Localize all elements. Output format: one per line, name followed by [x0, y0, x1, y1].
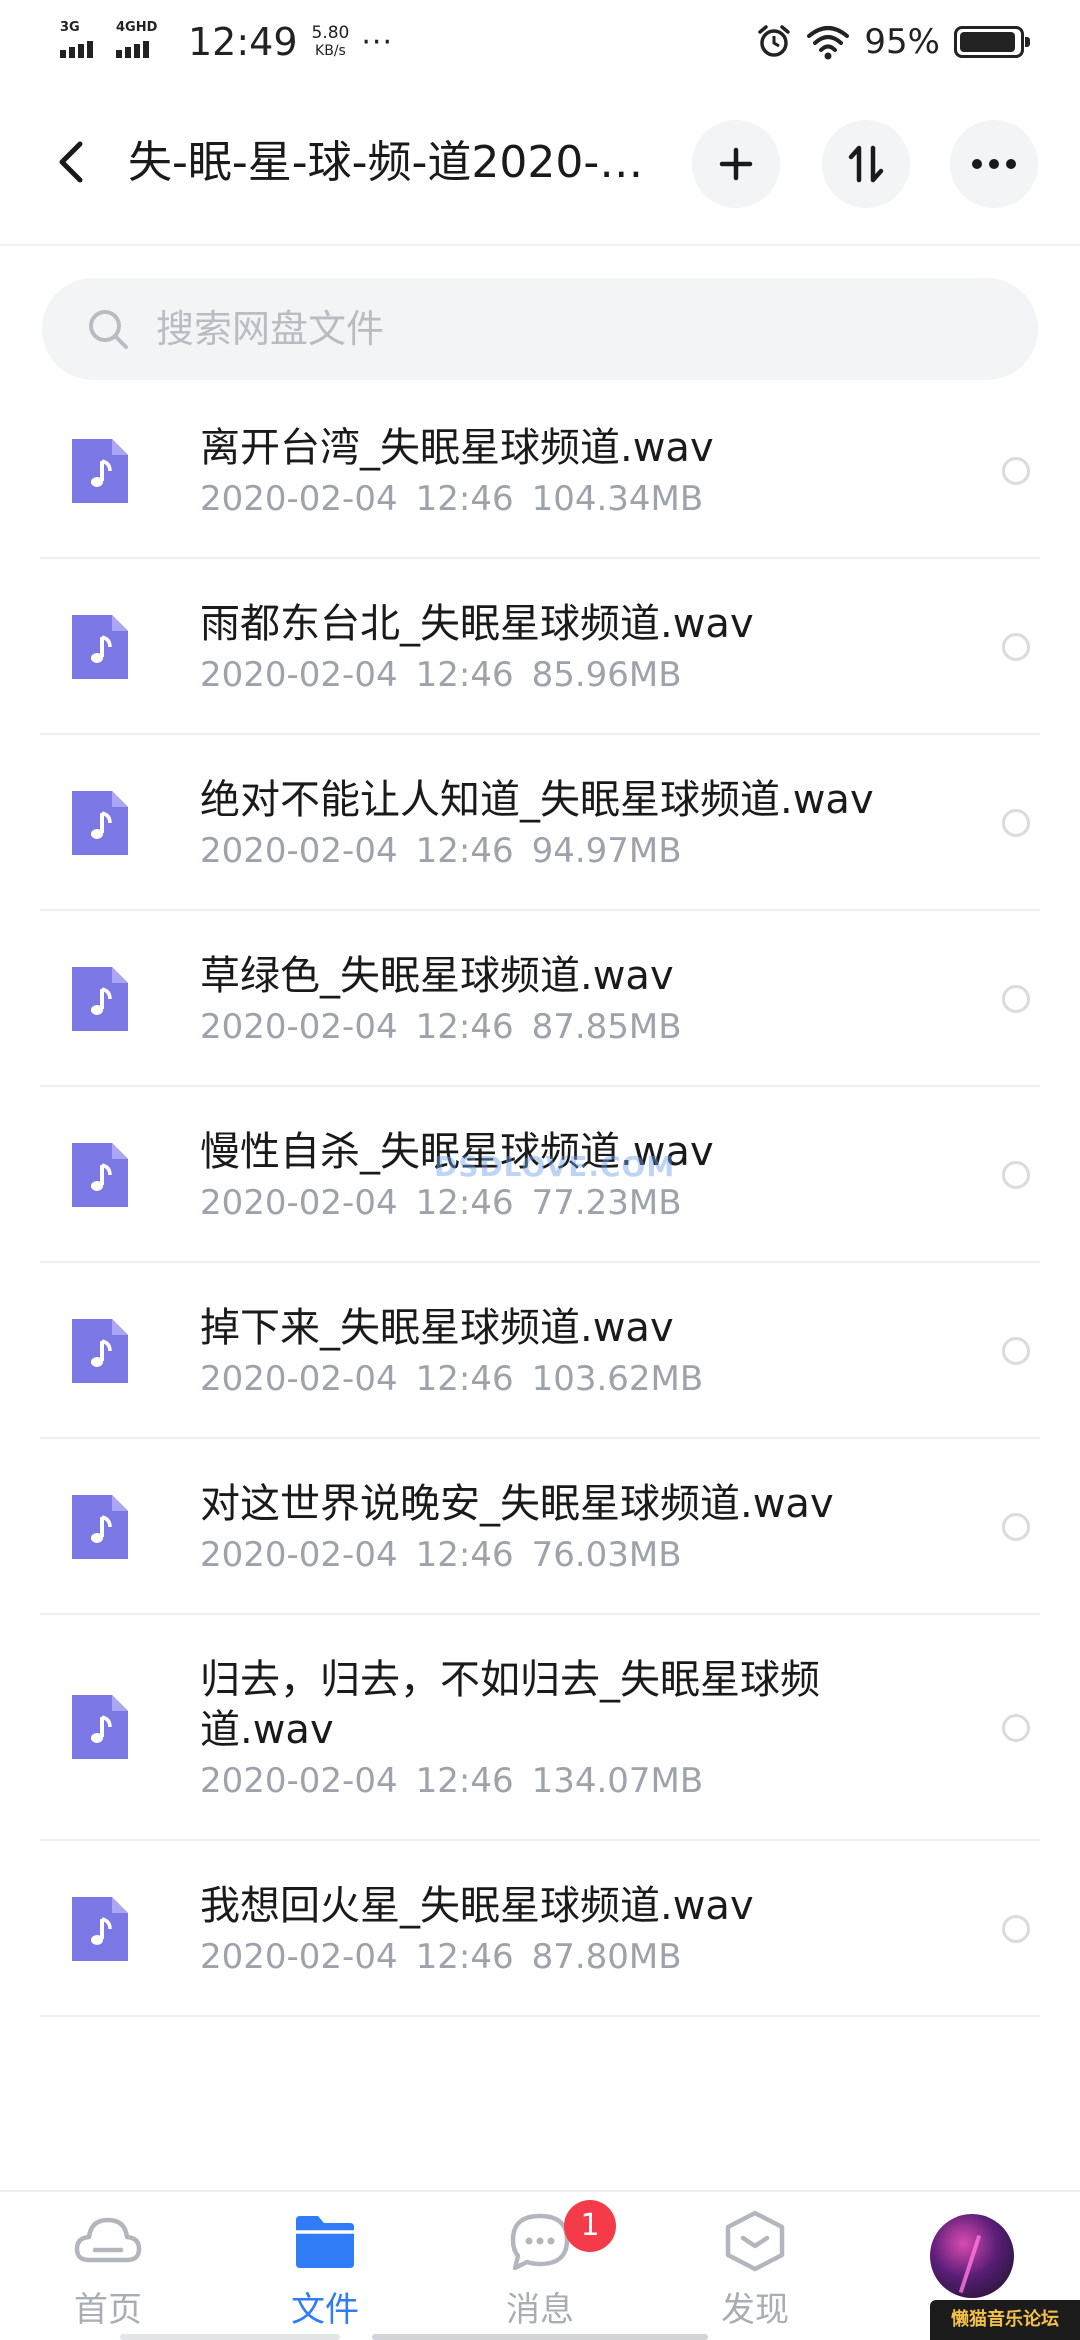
- audio-file-icon: [72, 967, 128, 1031]
- file-name: 草绿色_失眠星球频道.wav: [200, 953, 674, 999]
- audio-file-icon: [72, 439, 128, 503]
- select-checkbox[interactable]: [1002, 457, 1030, 485]
- battery-icon: [954, 26, 1030, 58]
- select-checkbox[interactable]: [1002, 1714, 1030, 1742]
- list-item[interactable]: 离开台湾_失眠星球频道.wav 2020-02-04 12:46 104.34MB: [40, 383, 1040, 559]
- list-item[interactable]: 雨都东台北_失眠星球频道.wav 2020-02-04 12:46 85.96MB: [40, 559, 1040, 735]
- folder-icon: [296, 2216, 354, 2268]
- tab-discover[interactable]: 发现: [685, 2210, 825, 2340]
- plus-icon: [719, 147, 753, 181]
- tab-messages[interactable]: 消息 1: [470, 2200, 616, 2340]
- wifi-icon: [807, 26, 850, 60]
- list-item[interactable]: 我想回火星_失眠星球频道.wav 2020-02-04 12:46 87.80MB: [40, 1841, 1040, 2017]
- signal-icon: 4GHD: [114, 18, 170, 66]
- audio-file-icon: [72, 1319, 128, 1383]
- watermark: DSDLOVE.COM: [434, 1150, 676, 1183]
- more-icon: [972, 159, 1016, 169]
- header-bar: 失-眠-星-球-频-道2020-02-04: [0, 108, 1080, 220]
- file-meta: 2020-02-04 12:46 76.03MB: [200, 1535, 682, 1575]
- search-input[interactable]: [156, 307, 956, 351]
- audio-file-icon: [72, 615, 128, 679]
- audio-file-icon: [72, 791, 128, 855]
- chevron-left-icon: [59, 141, 83, 183]
- select-checkbox[interactable]: [1002, 809, 1030, 837]
- signal-icon: 3G: [58, 18, 108, 66]
- clock: 12:49: [188, 20, 298, 64]
- select-checkbox[interactable]: [1002, 633, 1030, 661]
- page-title: 失-眠-星-球-频-道2020-02-04: [128, 137, 658, 188]
- network-speed: 5.80 KB/s: [311, 23, 350, 59]
- more-notifications: ···: [361, 24, 393, 60]
- add-button[interactable]: [692, 120, 780, 208]
- file-name: 绝对不能让人知道_失眠星球频道.wav: [200, 777, 874, 823]
- audio-file-icon: [72, 1695, 128, 1759]
- message-badge: 1: [564, 2200, 616, 2252]
- file-meta: 2020-02-04 12:46 134.07MB: [200, 1761, 704, 1801]
- file-name: 我想回火星_失眠星球频道.wav: [200, 1883, 754, 1929]
- audio-file-icon: [72, 1897, 128, 1961]
- home-indicator: [120, 2334, 340, 2340]
- forum-stamp: 懒猫音乐论坛: [930, 2300, 1080, 2340]
- file-name: 对这世界说晚安_失眠星球频道.wav: [200, 1481, 834, 1527]
- tab-files[interactable]: 文件: [255, 2210, 395, 2340]
- file-name: 雨都东台北_失眠星球频道.wav: [200, 601, 754, 647]
- file-meta: 2020-02-04 12:46 87.85MB: [200, 1007, 682, 1047]
- header-divider: [0, 244, 1080, 246]
- audio-file-icon: [72, 1143, 128, 1207]
- select-checkbox[interactable]: [1002, 985, 1030, 1013]
- search-icon: [89, 310, 128, 349]
- file-name: 归去，归去，不如归去_失眠星球频道.wav: [200, 1657, 820, 1753]
- file-meta: 2020-02-04 12:46 85.96MB: [200, 655, 682, 695]
- home-indicator: [372, 2334, 708, 2340]
- sort-icon: [848, 145, 884, 183]
- battery-percent: 95%: [864, 22, 940, 62]
- file-list: 离开台湾_失眠星球频道.wav 2020-02-04 12:46 104.34MB …: [0, 383, 1080, 2017]
- bottom-tab-bar: 首页 文件 消息 1 发现 懒猫音乐论坛: [0, 2190, 1080, 2340]
- file-meta: 2020-02-04 12:46 103.62MB: [200, 1359, 704, 1399]
- audio-file-icon: [72, 1495, 128, 1559]
- select-checkbox[interactable]: [1002, 1161, 1030, 1189]
- avatar[interactable]: [930, 2214, 1014, 2298]
- cloud-icon: [74, 2217, 142, 2263]
- list-item[interactable]: 掉下来_失眠星球频道.wav 2020-02-04 12:46 103.62MB: [40, 1263, 1040, 1439]
- file-meta: 2020-02-04 12:46 77.23MB: [200, 1183, 682, 1223]
- hexagon-icon: [725, 2210, 785, 2272]
- list-item[interactable]: 归去，归去，不如归去_失眠星球频道.wav 2020-02-04 12:46 134…: [40, 1615, 1040, 1841]
- status-bar: 3G 4GHD 12:49 5.80 KB/s ··· 95%: [0, 0, 1080, 84]
- list-item[interactable]: 绝对不能让人知道_失眠星球频道.wav 2020-02-04 12:46 94.97…: [40, 735, 1040, 911]
- file-meta: 2020-02-04 12:46 104.34MB: [200, 479, 704, 519]
- tab-home[interactable]: 首页: [38, 2210, 178, 2340]
- file-name: 掉下来_失眠星球频道.wav: [200, 1305, 674, 1351]
- back-button[interactable]: [44, 130, 104, 194]
- file-meta: 2020-02-04 12:46 94.97MB: [200, 831, 682, 871]
- list-item[interactable]: 草绿色_失眠星球频道.wav 2020-02-04 12:46 87.85MB: [40, 911, 1040, 1087]
- select-checkbox[interactable]: [1002, 1915, 1030, 1943]
- more-button[interactable]: [950, 120, 1038, 208]
- sort-button[interactable]: [822, 120, 910, 208]
- file-name: 离开台湾_失眠星球频道.wav: [200, 425, 714, 471]
- search-bar[interactable]: [42, 278, 1038, 380]
- list-item[interactable]: 对这世界说晚安_失眠星球频道.wav 2020-02-04 12:46 76.03M…: [40, 1439, 1040, 1615]
- select-checkbox[interactable]: [1002, 1513, 1030, 1541]
- select-checkbox[interactable]: [1002, 1337, 1030, 1365]
- alarm-icon: [758, 25, 791, 57]
- file-meta: 2020-02-04 12:46 87.80MB: [200, 1937, 682, 1977]
